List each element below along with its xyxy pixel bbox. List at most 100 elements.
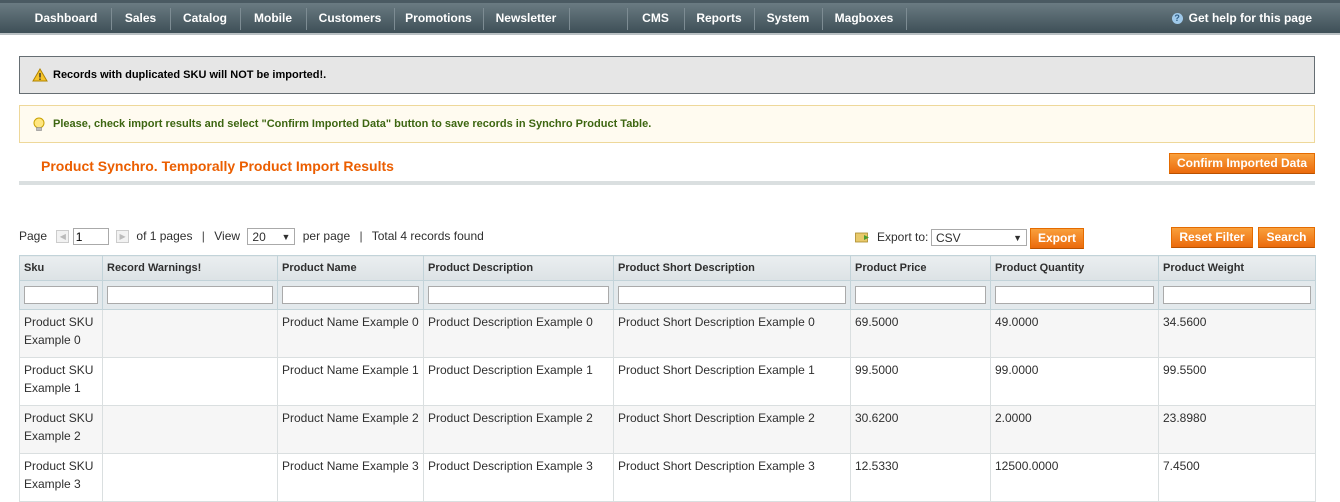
cell-product-weight: 7.4500	[1158, 453, 1316, 502]
filter-cell	[1158, 280, 1316, 310]
nav-cms[interactable]: CMS	[628, 3, 683, 33]
title-divider	[19, 181, 1315, 185]
cell-product-price: 99.5000	[850, 357, 991, 406]
column-header-product-description[interactable]: Product Description	[423, 255, 614, 281]
page-label: Page	[19, 229, 48, 243]
help-icon: ?	[1171, 13, 1183, 25]
nav-divider	[906, 8, 907, 30]
nav-catalog[interactable]: Catalog	[171, 3, 239, 33]
cell-product-quantity: 49.0000	[990, 309, 1159, 358]
nav-promotions[interactable]: Promotions	[395, 3, 482, 33]
filter-cell	[102, 280, 278, 310]
nav-customers[interactable]: Customers	[307, 3, 393, 33]
per-page-value: 20	[252, 230, 266, 245]
column-header-product-short-description[interactable]: Product Short Description	[613, 255, 851, 281]
page-number-input[interactable]	[72, 228, 109, 246]
filter-product-short-description-input[interactable]	[618, 286, 846, 304]
total-records: Total 4 records found	[371, 229, 484, 243]
table-row[interactable]: Product SKU Example 2 Product Name Examp…	[19, 405, 1316, 454]
cell-product-short-description: Product Short Description Example 1	[613, 357, 851, 406]
of-pages-label: of 1 pages	[136, 229, 193, 243]
column-header-product-name[interactable]: Product Name	[277, 255, 424, 281]
filter-product-price-input[interactable]	[855, 286, 986, 304]
cell-record-warnings	[102, 309, 278, 358]
previous-page-icon[interactable]: ◀	[56, 230, 70, 244]
reset-filter-button[interactable]: Reset Filter	[1171, 227, 1253, 248]
cell-product-short-description: Product Short Description Example 2	[613, 405, 851, 454]
pager-separator: |	[201, 229, 205, 243]
table-row[interactable]: Product SKU Example 0 Product Name Examp…	[19, 309, 1316, 358]
cell-product-weight: 23.8980	[1158, 405, 1316, 454]
filter-sku-input[interactable]	[24, 286, 98, 304]
cell-product-name: Product Name Example 3	[277, 453, 424, 502]
filter-row	[19, 280, 1316, 310]
export-folder-icon	[855, 232, 869, 243]
cell-product-description: Product Description Example 1	[423, 357, 614, 406]
table-row[interactable]: Product SKU Example 3 Product Name Examp…	[19, 453, 1316, 502]
cell-sku: Product SKU Example 3	[19, 453, 103, 502]
cell-product-price: 12.5330	[850, 453, 991, 502]
column-header-product-weight[interactable]: Product Weight	[1158, 255, 1316, 281]
confirm-imported-data-button[interactable]: Confirm Imported Data	[1169, 153, 1315, 174]
view-label: View	[214, 229, 241, 243]
search-button[interactable]: Search	[1258, 227, 1315, 248]
cell-record-warnings	[102, 357, 278, 406]
filter-product-name-input[interactable]	[282, 286, 419, 304]
header-row: Sku Record Warnings! Product Name Produc…	[19, 255, 1316, 281]
cell-product-price: 30.6200	[850, 405, 991, 454]
warning-message: Records with duplicated SKU will NOT be …	[19, 56, 1315, 94]
nav-dashboard[interactable]: Dashboard	[22, 3, 110, 33]
filter-cell	[613, 280, 851, 310]
next-page-icon[interactable]: ▶	[116, 230, 130, 244]
cell-product-short-description: Product Short Description Example 0	[613, 309, 851, 358]
export-label: Export to:	[877, 230, 929, 244]
cell-product-name: Product Name Example 1	[277, 357, 424, 406]
import-results-table: Sku Record Warnings! Product Name Produc…	[19, 255, 1316, 502]
filter-cell	[850, 280, 991, 310]
help-label: Get help for this page	[1188, 11, 1312, 25]
column-header-sku[interactable]: Sku	[19, 255, 103, 281]
cell-sku: Product SKU Example 1	[19, 357, 103, 406]
pager-separator: |	[359, 229, 363, 243]
cell-product-weight: 34.5600	[1158, 309, 1316, 358]
cell-product-name: Product Name Example 2	[277, 405, 424, 454]
filter-product-weight-input[interactable]	[1163, 286, 1311, 304]
nav-magboxes[interactable]: Magboxes	[823, 3, 905, 33]
nav-divider	[569, 8, 570, 30]
cell-sku: Product SKU Example 0	[19, 309, 103, 358]
lightbulb-icon	[33, 117, 45, 131]
cell-product-quantity: 2.0000	[990, 405, 1159, 454]
filter-record-warnings-input[interactable]	[107, 286, 273, 304]
filter-product-quantity-input[interactable]	[995, 286, 1154, 304]
nav-system[interactable]: System	[755, 3, 821, 33]
per-page-select[interactable]: 20 ▼	[247, 228, 296, 246]
warning-icon	[32, 68, 48, 82]
column-header-record-warnings[interactable]: Record Warnings!	[102, 255, 278, 281]
notice-text: Please, check import results and select …	[53, 118, 652, 130]
export-button[interactable]: Export	[1030, 228, 1084, 249]
cell-record-warnings	[102, 453, 278, 502]
filter-cell	[277, 280, 424, 310]
nav-mobile[interactable]: Mobile	[241, 3, 305, 33]
filter-cell	[990, 280, 1159, 310]
chevron-down-icon: ▼	[281, 232, 291, 243]
cell-product-description: Product Description Example 3	[423, 453, 614, 502]
table-row[interactable]: Product SKU Example 1 Product Name Examp…	[19, 357, 1316, 406]
chevron-down-icon: ▼	[1013, 233, 1022, 243]
filter-product-description-input[interactable]	[428, 286, 609, 304]
pager: Page ◀ ▶ of 1 pages | View 20 ▼ per page…	[19, 228, 484, 250]
export-format-value: CSV	[936, 231, 961, 245]
column-header-product-quantity[interactable]: Product Quantity	[990, 255, 1159, 281]
nav-reports[interactable]: Reports	[685, 3, 753, 33]
nav-newsletter[interactable]: Newsletter	[484, 3, 568, 33]
per-page-label: per page	[302, 229, 351, 243]
cell-product-quantity: 99.0000	[990, 357, 1159, 406]
filter-cell	[423, 280, 614, 310]
column-header-product-price[interactable]: Product Price	[850, 255, 991, 281]
help-link[interactable]: ? Get help for this page	[1171, 3, 1312, 33]
notice-message: Please, check import results and select …	[19, 105, 1315, 143]
export-format-select[interactable]: CSV ▼	[931, 229, 1027, 246]
warning-text: Records with duplicated SKU will NOT be …	[53, 69, 327, 81]
cell-product-description: Product Description Example 0	[423, 309, 614, 358]
nav-sales[interactable]: Sales	[112, 3, 169, 33]
